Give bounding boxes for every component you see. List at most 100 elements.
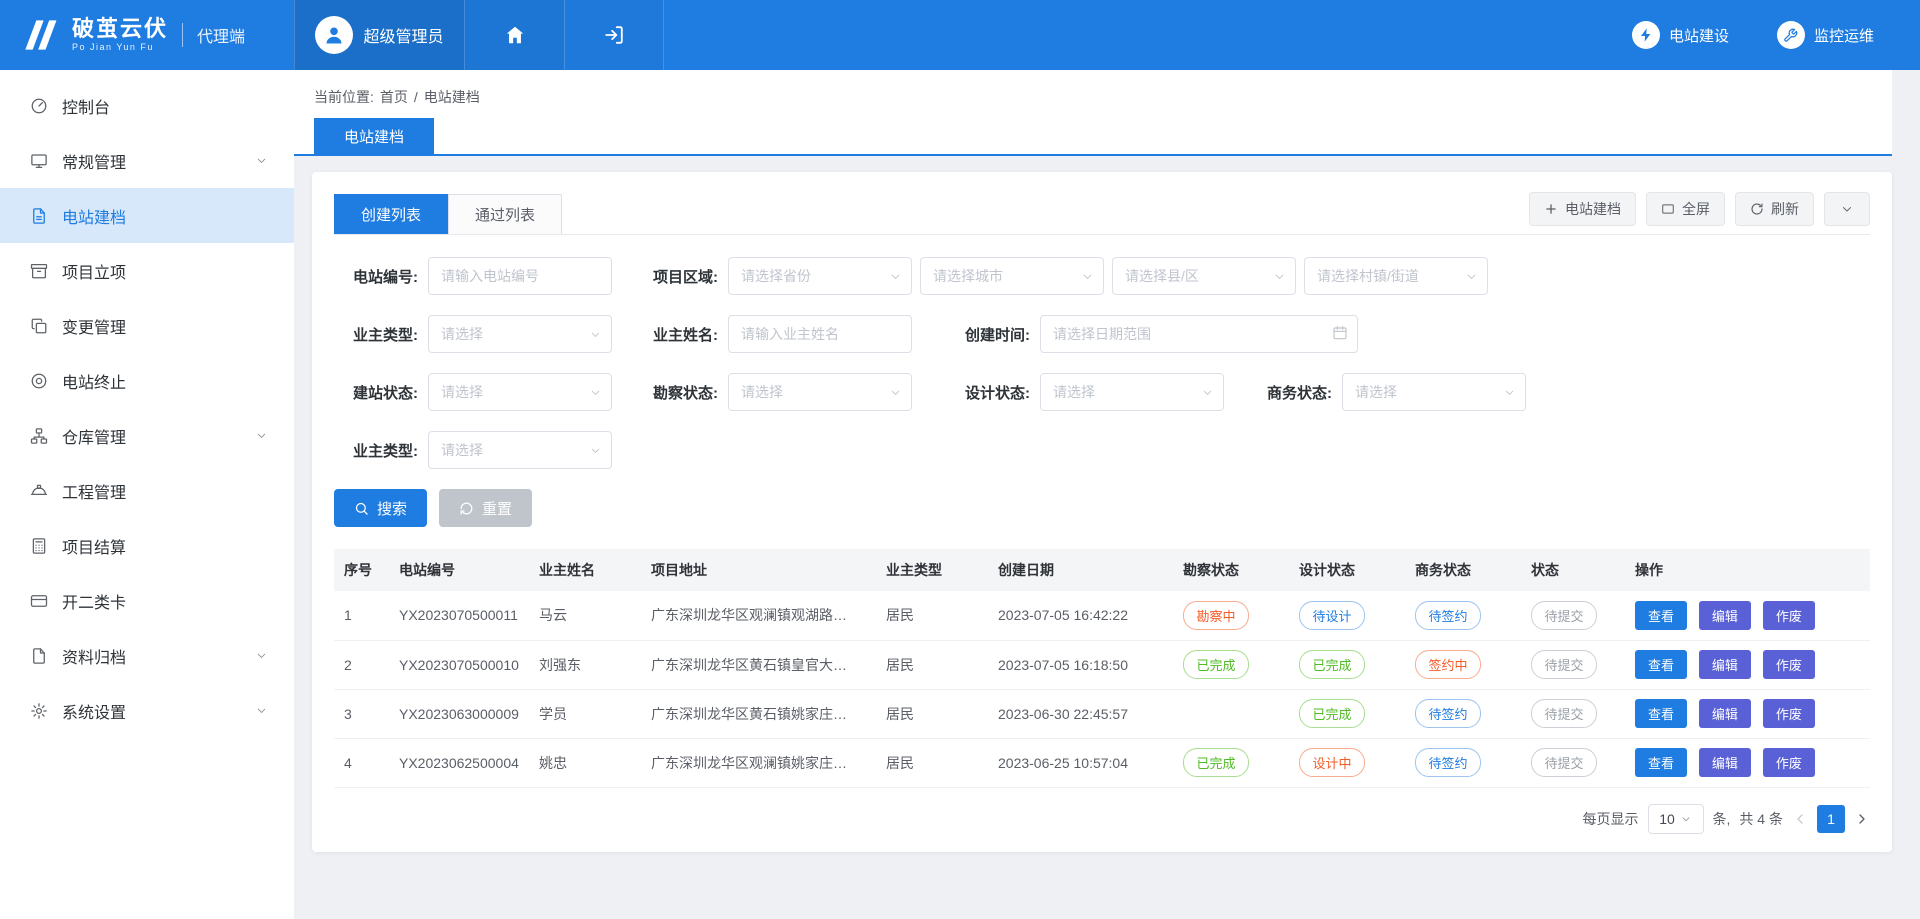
collapse-toolbar-button[interactable] — [1824, 192, 1870, 226]
cell-business: 签约中 — [1405, 640, 1521, 689]
credit-card-icon — [30, 592, 48, 610]
business-status-select[interactable]: 请选择 — [1342, 373, 1526, 411]
void-button[interactable]: 作废 — [1763, 650, 1815, 679]
chevron-down-icon — [889, 386, 902, 399]
owner-name-input[interactable] — [728, 315, 912, 353]
sidebar-item-general-mgmt[interactable]: 常规管理 — [0, 133, 294, 188]
sidebar-item-project-settlement[interactable]: 项目结算 — [0, 518, 294, 573]
owner-type-select[interactable]: 请选择 — [428, 315, 612, 353]
edit-button[interactable]: 编辑 — [1699, 601, 1751, 630]
breadcrumb-home-link[interactable]: 首页 — [380, 87, 408, 107]
sidebar-item-data-archive[interactable]: 资料归档 — [0, 628, 294, 683]
next-page-button[interactable] — [1854, 811, 1870, 827]
province-select[interactable]: 请选择省份 — [728, 257, 912, 295]
search-button[interactable]: 搜索 — [334, 489, 427, 527]
status-badge: 待签约 — [1415, 748, 1481, 777]
reset-button[interactable]: 重置 — [439, 489, 532, 527]
void-button[interactable]: 作废 — [1763, 748, 1815, 777]
sidebar-item-station-archive[interactable]: 电站建档 — [0, 188, 294, 243]
filter-business-status: 商务状态: 请选择 — [1248, 373, 1526, 411]
nav-monitor-ops-label: 监控运维 — [1814, 25, 1874, 46]
void-button[interactable]: 作废 — [1763, 601, 1815, 630]
cell-survey — [1173, 689, 1289, 738]
tab-create-list[interactable]: 创建列表 — [334, 194, 448, 234]
cell-status: 待提交 — [1521, 689, 1625, 738]
sidebar-item-engineering-mgmt[interactable]: 工程管理 — [0, 463, 294, 518]
status-badge: 已完成 — [1183, 650, 1249, 679]
plus-icon — [1544, 202, 1558, 216]
sidebar-item-warehouse-mgmt[interactable]: 仓库管理 — [0, 408, 294, 463]
col-header: 创建日期 — [988, 549, 1173, 591]
view-button[interactable]: 查看 — [1635, 748, 1687, 777]
cell-actions: 查看 编辑 作废 — [1625, 738, 1870, 787]
date-range-input[interactable] — [1040, 315, 1358, 353]
design-status-select[interactable]: 请选择 — [1040, 373, 1224, 411]
cell-design: 已完成 — [1289, 640, 1405, 689]
filter-row-1: 电站编号: 项目区域: 请选择省份 请选择城市 — [334, 257, 1870, 295]
city-select[interactable]: 请选择城市 — [920, 257, 1104, 295]
county-select-value: 请选择县/区 — [1125, 266, 1199, 286]
per-page-unit: 条, — [1713, 809, 1731, 829]
sidebar-item-system-settings[interactable]: 系统设置 — [0, 683, 294, 738]
nav-station-build[interactable]: 电站建设 — [1632, 21, 1729, 49]
build-status-select[interactable]: 请选择 — [428, 373, 612, 411]
create-time-label: 创建时间: — [946, 324, 1030, 345]
sidebar-item-console[interactable]: 控制台 — [0, 78, 294, 133]
sidebar-item-project-initiation[interactable]: 项目立项 — [0, 243, 294, 298]
owner-type2-select[interactable]: 请选择 — [428, 431, 612, 469]
per-page-select[interactable]: 10 — [1648, 804, 1704, 834]
table-row: 4 YX2023062500004 姚忠 广东深圳龙华区观澜镇姚家庄… 居民 2… — [334, 738, 1870, 787]
sidebar-item-open-card[interactable]: 开二类卡 — [0, 573, 294, 628]
page-tab[interactable]: 电站建档 — [314, 118, 434, 154]
search-label: 搜索 — [377, 498, 407, 519]
sidebar-item-station-terminate[interactable]: 电站终止 — [0, 353, 294, 408]
status-badge: 待提交 — [1531, 699, 1597, 728]
filter-region: 项目区域: 请选择省份 请选择城市 请选择县/区 — [634, 257, 1488, 295]
user-avatar-icon — [315, 16, 353, 54]
edit-button[interactable]: 编辑 — [1699, 748, 1751, 777]
edit-button[interactable]: 编辑 — [1699, 699, 1751, 728]
cell-code: YX2023063000009 — [389, 689, 529, 738]
refresh-button[interactable]: 刷新 — [1735, 192, 1814, 226]
status-badge: 待提交 — [1531, 748, 1597, 777]
logout-button[interactable] — [564, 0, 664, 70]
nav-monitor-ops[interactable]: 监控运维 — [1777, 21, 1874, 49]
cell-type: 居民 — [876, 738, 988, 787]
cell-address: 广东深圳龙华区黄石镇皇官大… — [641, 640, 876, 689]
station-no-input[interactable] — [428, 257, 612, 295]
sidebar-item-label: 系统设置 — [62, 699, 126, 723]
create-station-button[interactable]: 电站建档 — [1529, 192, 1636, 226]
home-button[interactable] — [464, 0, 564, 70]
brand-subtitle: Po Jian Yun Fu — [72, 43, 168, 52]
town-select[interactable]: 请选择村镇/街道 — [1304, 257, 1488, 295]
edit-button[interactable]: 编辑 — [1699, 650, 1751, 679]
pagination: 每页显示 10 条, 共 4 条 1 — [334, 804, 1870, 834]
cell-status: 待提交 — [1521, 738, 1625, 787]
page-number[interactable]: 1 — [1817, 805, 1845, 833]
content-card: 创建列表 通过列表 电站建档 全屏 刷新 — [312, 172, 1892, 852]
owner-type-label: 业主类型: — [334, 324, 418, 345]
cell-no: 2 — [334, 640, 389, 689]
county-select[interactable]: 请选择县/区 — [1112, 257, 1296, 295]
view-button[interactable]: 查看 — [1635, 601, 1687, 630]
list-tabs-row: 创建列表 通过列表 电站建档 全屏 刷新 — [334, 192, 1870, 235]
province-select-value: 请选择省份 — [741, 266, 811, 286]
void-button[interactable]: 作废 — [1763, 699, 1815, 728]
owner-type-select-value: 请选择 — [441, 324, 483, 344]
fullscreen-label: 全屏 — [1682, 199, 1710, 219]
calculator-icon — [30, 537, 48, 555]
fullscreen-button[interactable]: 全屏 — [1646, 192, 1725, 226]
view-button[interactable]: 查看 — [1635, 650, 1687, 679]
helmet-icon — [30, 482, 48, 500]
archive-box-icon — [30, 262, 48, 280]
status-badge: 已完成 — [1183, 748, 1249, 777]
sidebar-item-label: 开二类卡 — [62, 589, 126, 613]
survey-status-select[interactable]: 请选择 — [728, 373, 912, 411]
user-menu[interactable]: 超级管理员 — [294, 0, 464, 70]
cell-code: YX2023062500004 — [389, 738, 529, 787]
tab-passed-list[interactable]: 通过列表 — [448, 194, 562, 234]
sidebar-item-change-mgmt[interactable]: 变更管理 — [0, 298, 294, 353]
prev-page-button[interactable] — [1792, 811, 1808, 827]
monitor-icon — [30, 152, 48, 170]
view-button[interactable]: 查看 — [1635, 699, 1687, 728]
